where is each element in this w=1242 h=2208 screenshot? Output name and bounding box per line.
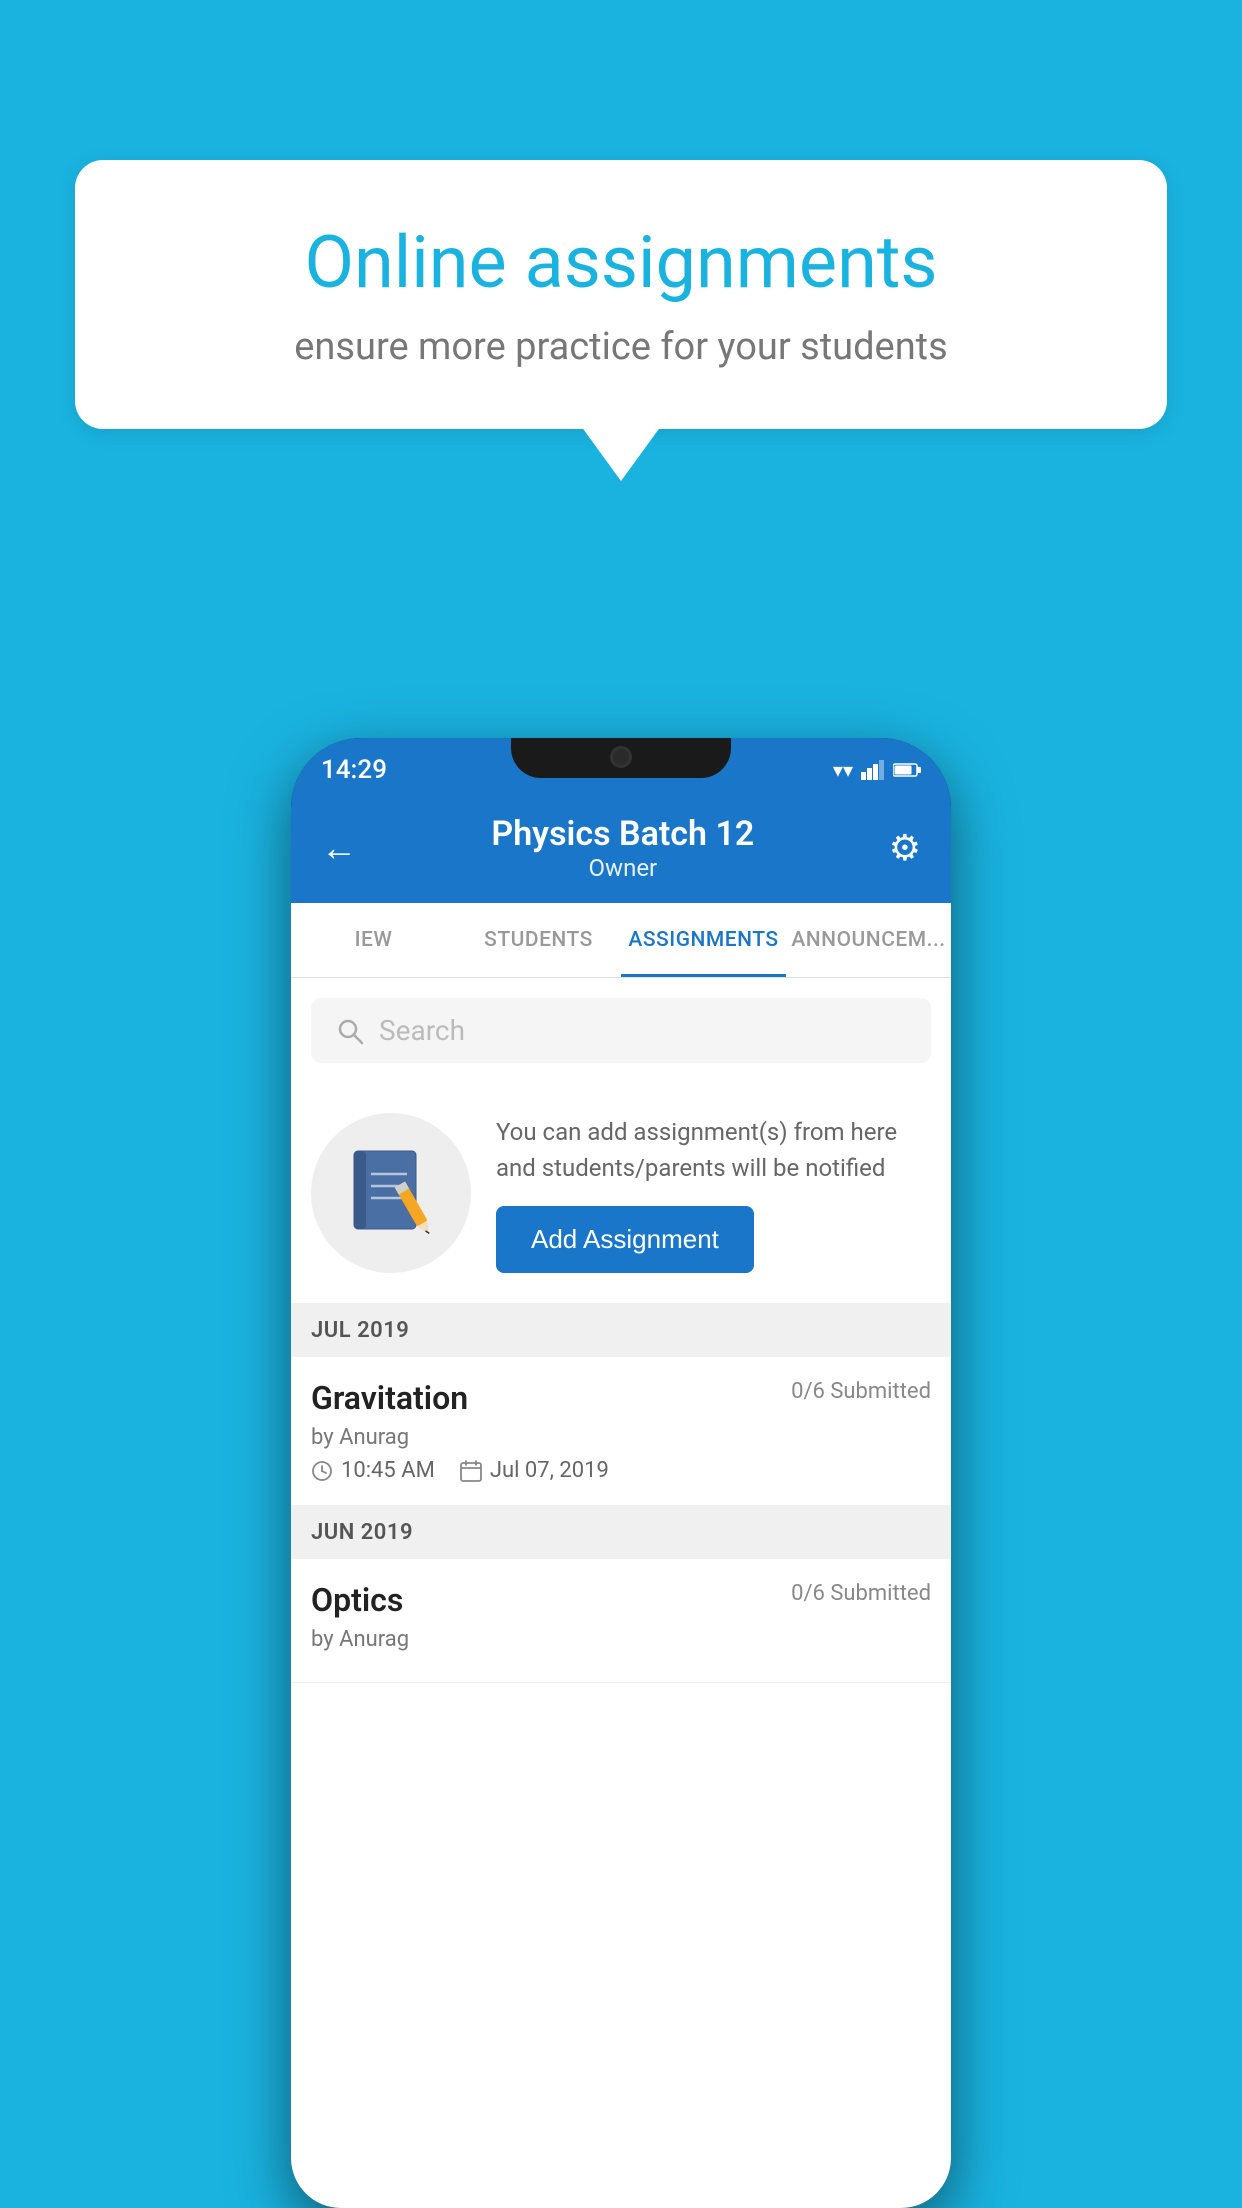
meta-time: 10:45 AM [311, 1458, 435, 1483]
speech-bubble: Online assignments ensure more practice … [75, 160, 1167, 429]
assignment-optics-name: Optics [311, 1581, 403, 1619]
assignment-author: by Anurag [311, 1425, 931, 1450]
assignment-name: Gravitation [311, 1379, 468, 1417]
wifi-icon: ▾▾ [833, 758, 853, 782]
clock-icon [311, 1460, 333, 1482]
app-header: ← Physics Batch 12 Owner ⚙ [291, 793, 951, 903]
phone-notch [511, 738, 731, 778]
assignment-item-optics[interactable]: Optics 0/6 Submitted by Anurag [291, 1559, 951, 1683]
content-area: Search [291, 978, 951, 2208]
header-center: Physics Batch 12 Owner [491, 814, 754, 882]
search-input-placeholder: Search [379, 1014, 465, 1047]
tab-bar: IEW STUDENTS ASSIGNMENTS ANNOUNCEM... [291, 903, 951, 978]
tab-students[interactable]: STUDENTS [456, 903, 621, 977]
speech-bubble-subtitle: ensure more practice for your students [145, 325, 1097, 369]
assignment-optics-author: by Anurag [311, 1627, 931, 1652]
assignment-right: You can add assignment(s) from here and … [496, 1114, 931, 1273]
assignment-optics-submitted: 0/6 Submitted [791, 1581, 931, 1606]
settings-button[interactable]: ⚙ [889, 827, 921, 869]
assignment-item-top: Gravitation 0/6 Submitted [311, 1379, 931, 1417]
meta-date-text: Jul 07, 2019 [490, 1458, 609, 1483]
section-header-jul: JUL 2019 [291, 1304, 951, 1357]
assignment-meta: 10:45 AM Jul 07, 2019 [311, 1458, 931, 1483]
status-icons: ▾▾ [833, 758, 921, 782]
meta-time-text: 10:45 AM [341, 1458, 435, 1483]
calendar-icon [460, 1460, 482, 1482]
add-assignment-button[interactable]: Add Assignment [496, 1206, 754, 1273]
status-time: 14:29 [321, 755, 387, 785]
search-bar[interactable]: Search [311, 998, 931, 1063]
section-header-jun: JUN 2019 [291, 1506, 951, 1559]
assignment-icon-circle [311, 1113, 471, 1273]
submitted-count: 0/6 Submitted [791, 1379, 931, 1404]
meta-date: Jul 07, 2019 [460, 1458, 609, 1483]
tab-assignments[interactable]: ASSIGNMENTS [621, 903, 786, 977]
tab-view[interactable]: IEW [291, 903, 456, 977]
notebook-pencil-icon [349, 1146, 434, 1241]
assignment-item-gravitation[interactable]: Gravitation 0/6 Submitted by Anurag 10:4… [291, 1357, 951, 1506]
front-camera [610, 746, 632, 768]
back-button[interactable]: ← [321, 827, 357, 869]
tab-announcements[interactable]: ANNOUNCEM... [786, 903, 951, 977]
phone-frame: 14:29 ▾▾ ← Physics Batch 12 Owner [291, 738, 951, 2208]
speech-bubble-title: Online assignments [145, 220, 1097, 305]
signal-icon [861, 760, 885, 780]
header-title: Physics Batch 12 [491, 814, 754, 854]
search-icon [336, 1017, 364, 1045]
speech-bubble-container: Online assignments ensure more practice … [75, 160, 1167, 429]
header-subtitle: Owner [491, 854, 754, 882]
assignment-description: You can add assignment(s) from here and … [496, 1114, 931, 1186]
assignment-item-optics-top: Optics 0/6 Submitted [311, 1581, 931, 1619]
battery-icon [893, 762, 921, 778]
add-assignment-section: You can add assignment(s) from here and … [291, 1083, 951, 1304]
